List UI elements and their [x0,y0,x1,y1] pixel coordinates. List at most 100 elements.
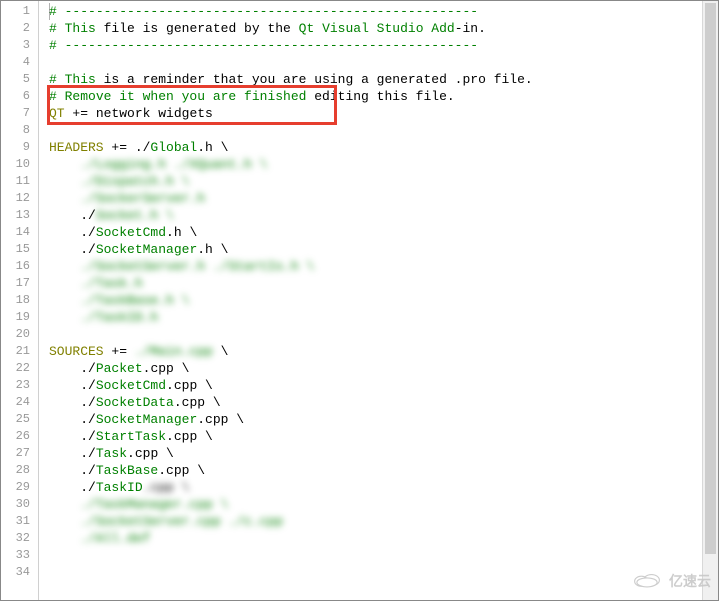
code-token: .h \ [197,140,228,155]
code-line[interactable]: ./Dispatch.h \ [49,173,718,190]
code-token: ./SocketServer.h ./StartIs.h \ [80,258,314,275]
code-area[interactable]: # --------------------------------------… [39,1,718,600]
code-line[interactable] [49,122,718,139]
cloud-icon [629,569,665,593]
code-line[interactable]: # --------------------------------------… [49,3,718,20]
code-token: Global [150,140,197,155]
line-number: 14 [5,224,30,241]
code-line[interactable]: ./SocketServer.h ./StartIs.h \ [49,258,718,275]
code-line[interactable]: # This file is generated by the Qt Visua… [49,20,718,37]
code-token: -in. [455,21,486,36]
code-line[interactable]: ./All.def [49,530,718,547]
code-token [49,293,80,308]
code-line[interactable]: # --------------------------------------… [49,37,718,54]
code-line[interactable]: ./SockerServer.h [49,190,718,207]
code-token: ./ [80,208,96,223]
code-token: # --------------------------------------… [49,38,478,53]
line-number: 2 [5,20,30,37]
code-token [49,310,80,325]
code-line[interactable] [49,54,718,71]
code-line[interactable]: ./SocketCmd.cpp \ [49,377,718,394]
line-number: 1 [5,3,30,20]
code-token: ./SocketServer.cpp ./c.cpp [80,513,283,530]
code-token: ./SockerServer.h [80,190,205,207]
code-line[interactable]: ./StartTask.cpp \ [49,428,718,445]
code-line[interactable]: ./SocketCmd.h \ [49,224,718,241]
code-token: .cpp \ [127,446,174,461]
code-line[interactable]: # This is a reminder that you are using … [49,71,718,88]
code-token: ./ [80,378,96,393]
code-token: network widgets [96,106,213,121]
code-line[interactable] [49,326,718,343]
code-line[interactable]: ./TaskBase.h \ [49,292,718,309]
code-token [49,480,80,495]
code-token: .cpp \ [174,395,221,410]
line-number: 10 [5,156,30,173]
code-line[interactable]: ./TaskID.cpp \ [49,479,718,496]
code-token: Task [96,446,127,461]
code-token: SocketCmd [96,225,166,240]
code-token: \ [213,344,229,359]
code-token: SocketManager [96,412,197,427]
code-line[interactable]: HEADERS += ./Global.h \ [49,139,718,156]
code-token: StartTask [96,429,166,444]
code-token: QT [49,106,65,121]
code-token: # [49,89,65,104]
code-token: This [65,21,96,36]
code-token: ./ [80,480,96,495]
line-number: 23 [5,377,30,394]
code-line[interactable]: ./Task.h [49,275,718,292]
code-line[interactable]: SOURCES += ./Main.cpp \ [49,343,718,360]
code-line[interactable]: ./SocketServer.cpp ./c.cpp [49,513,718,530]
code-token: .cpp \ [143,479,190,496]
code-token: Packet [96,361,143,376]
code-line[interactable]: ./SocketManager.cpp \ [49,411,718,428]
code-token [49,208,80,223]
code-token [49,395,80,410]
code-line[interactable]: ./TaskID.h [49,309,718,326]
line-number: 29 [5,479,30,496]
code-token: # [49,21,65,36]
code-token: TaskID [96,480,143,495]
vertical-scrollbar[interactable] [702,1,718,600]
code-token: SocketCmd [96,378,166,393]
code-token: Socket.h \ [96,207,174,224]
code-token: # [49,4,57,19]
code-line[interactable]: ./Socket.h \ [49,207,718,224]
code-token [49,531,80,546]
code-token: ./ [80,412,96,427]
scroll-thumb[interactable] [705,3,716,554]
code-token [49,225,80,240]
code-token: ./ [80,225,96,240]
code-token: ./Task.h [80,275,142,292]
line-gutter: 1234567891011121314151617181920212223242… [1,1,39,600]
code-line[interactable]: ./Logging.h ./XQuant.h \ [49,156,718,173]
code-line[interactable]: ./SocketData.cpp \ [49,394,718,411]
code-token: ./ [80,395,96,410]
line-number: 8 [5,122,30,139]
line-number: 27 [5,445,30,462]
line-number: 4 [5,54,30,71]
code-token: .h \ [197,242,228,257]
code-line[interactable] [49,547,718,564]
code-line[interactable]: # Remove it when you are finished editin… [49,88,718,105]
line-number: 26 [5,428,30,445]
code-token [49,463,80,478]
line-number: 33 [5,547,30,564]
code-line[interactable]: ./SocketManager.h \ [49,241,718,258]
code-line[interactable]: ./TaskManager.cpp \ [49,496,718,513]
line-number: 15 [5,241,30,258]
code-token: += [65,106,96,121]
code-line[interactable]: ./Task.cpp \ [49,445,718,462]
code-token [49,157,80,172]
code-token: ./ [80,429,96,444]
line-number: 6 [5,88,30,105]
code-line[interactable]: ./Packet.cpp \ [49,360,718,377]
code-token [49,429,80,444]
line-number: 20 [5,326,30,343]
code-line[interactable]: QT += network widgets [49,105,718,122]
code-line[interactable] [49,564,718,581]
text-cursor [49,3,50,20]
code-line[interactable]: ./TaskBase.cpp \ [49,462,718,479]
code-token [49,514,80,529]
